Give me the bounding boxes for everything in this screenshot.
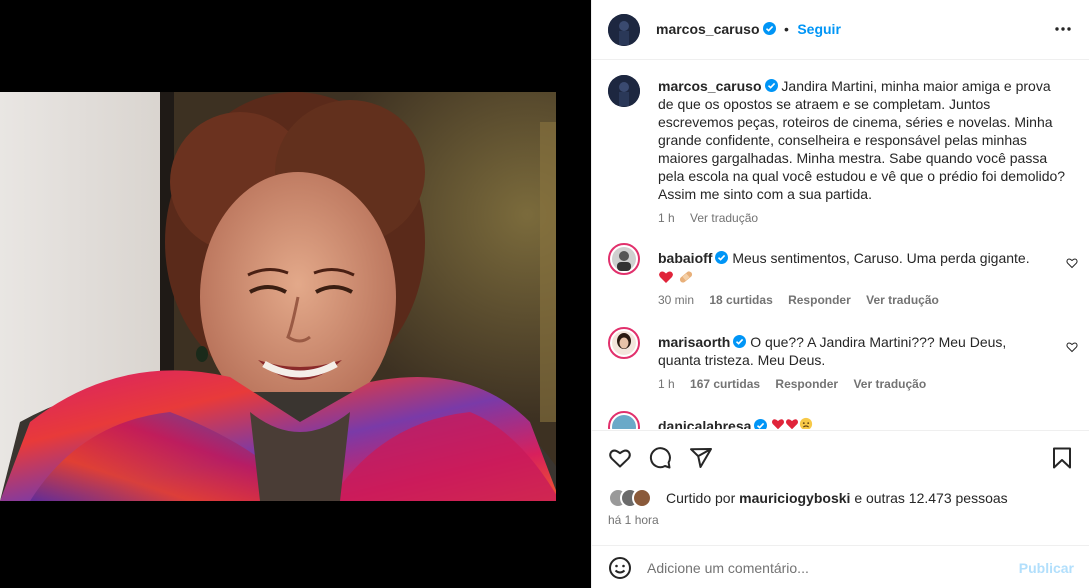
- author-username[interactable]: marcos_caruso: [656, 21, 760, 37]
- comment-text-block: marisaorth O que?? A Jandira Martini??? …: [658, 333, 1038, 369]
- translate-link[interactable]: Ver tradução: [866, 293, 939, 307]
- comment-item: marisaorth O que?? A Jandira Martini??? …: [608, 327, 1078, 397]
- verified-icon: [754, 419, 768, 429]
- post-photo[interactable]: [0, 92, 591, 501]
- follow-button[interactable]: Seguir: [797, 21, 841, 37]
- avatar-image: [612, 247, 636, 271]
- comment-emojis: [658, 269, 1038, 289]
- likes-text: Curtido por mauriciogyboski e outras 12.…: [666, 490, 1008, 506]
- comment-text-block: danicalabresa: [658, 417, 1038, 429]
- likes-suffix[interactable]: e outras 12.473 pessoas: [854, 490, 1007, 506]
- avatar-image: [612, 415, 636, 429]
- post-caption: marcos_caruso Jandira Martini, minha mai…: [608, 75, 1078, 235]
- comment-avatar[interactable]: [608, 243, 640, 275]
- portrait-image: [0, 92, 591, 501]
- author-avatar[interactable]: [608, 14, 640, 46]
- bookmark-icon[interactable]: [1050, 446, 1074, 470]
- post-media[interactable]: [0, 0, 591, 588]
- emoji-icon[interactable]: [608, 556, 632, 580]
- more-icon[interactable]: [1054, 20, 1072, 38]
- comment-time[interactable]: 30 min: [658, 293, 694, 307]
- separator-dot: •: [783, 21, 789, 37]
- comment-likes[interactable]: 167 curtidas: [690, 377, 760, 391]
- caption-username[interactable]: marcos_caruso: [658, 78, 762, 94]
- post-header: marcos_caruso • Seguir: [592, 0, 1089, 60]
- sad-face-emoji-icon: [800, 417, 813, 429]
- share-icon[interactable]: [689, 446, 713, 470]
- post-timestamp[interactable]: há 1 hora: [608, 513, 659, 527]
- comment-time[interactable]: 1 h: [658, 377, 675, 391]
- red-heart-icon: [659, 271, 673, 283]
- caption-translate-link[interactable]: Ver tradução: [690, 211, 758, 225]
- post-details-panel: marcos_caruso • Seguir marcos_caruso Jan…: [591, 0, 1089, 588]
- comment-username[interactable]: marisaorth: [658, 334, 730, 350]
- comment-likes[interactable]: 18 curtidas: [709, 293, 772, 307]
- comment-username[interactable]: danicalabresa: [658, 418, 751, 429]
- caption-author-avatar[interactable]: [608, 75, 640, 107]
- comment-item: babaioff Meus sentimentos, Caruso. Uma p…: [608, 243, 1078, 313]
- avatar-image: [608, 75, 640, 107]
- caption-text: Jandira Martini, minha maior amiga e pro…: [658, 78, 1066, 202]
- comment-text: Meus sentimentos, Caruso. Uma perda giga…: [732, 250, 1030, 266]
- liker-username[interactable]: mauriciogyboski: [739, 490, 850, 506]
- comment-item: danicalabresa: [608, 411, 1078, 429]
- red-heart-icon: [772, 419, 785, 429]
- liker-avatar: [632, 488, 652, 508]
- publish-button[interactable]: Publicar: [1019, 560, 1074, 576]
- bandage-icon: [679, 271, 692, 283]
- verified-icon: [715, 251, 729, 264]
- comment-icon[interactable]: [648, 446, 672, 470]
- comment-like-heart-icon[interactable]: [1066, 341, 1078, 353]
- red-heart-icon: [786, 419, 799, 429]
- comment-like-heart-icon[interactable]: [1066, 257, 1078, 269]
- comment-avatar[interactable]: [608, 411, 640, 429]
- add-comment-bar: Publicar: [592, 545, 1089, 588]
- caption-time[interactable]: 1 h: [658, 211, 675, 225]
- avatar-image: [608, 14, 640, 46]
- comments-list[interactable]: marcos_caruso Jandira Martini, minha mai…: [592, 61, 1089, 429]
- verified-icon: [764, 79, 778, 92]
- comment-input[interactable]: [647, 556, 1007, 580]
- caption-text-block: marcos_caruso Jandira Martini, minha mai…: [658, 77, 1068, 203]
- translate-link[interactable]: Ver tradução: [853, 377, 926, 391]
- likes-prefix: Curtido por: [666, 490, 736, 506]
- verified-icon: [762, 22, 776, 35]
- reply-button[interactable]: Responder: [788, 293, 851, 307]
- verified-icon: [733, 335, 747, 348]
- comment-meta: 30 min 18 curtidas Responder Ver traduçã…: [658, 293, 951, 307]
- avatar-image: [612, 331, 636, 355]
- post-actions-bar: [592, 430, 1089, 480]
- heart-icon[interactable]: [608, 446, 632, 470]
- reply-button[interactable]: Responder: [775, 377, 838, 391]
- comment-username[interactable]: babaioff: [658, 250, 712, 266]
- caption-meta: 1 h Ver tradução: [658, 211, 770, 225]
- comment-avatar[interactable]: [608, 327, 640, 359]
- comment-text-block: babaioff Meus sentimentos, Caruso. Uma p…: [658, 249, 1038, 289]
- comment-meta: 1 h 167 curtidas Responder Ver tradução: [658, 377, 938, 391]
